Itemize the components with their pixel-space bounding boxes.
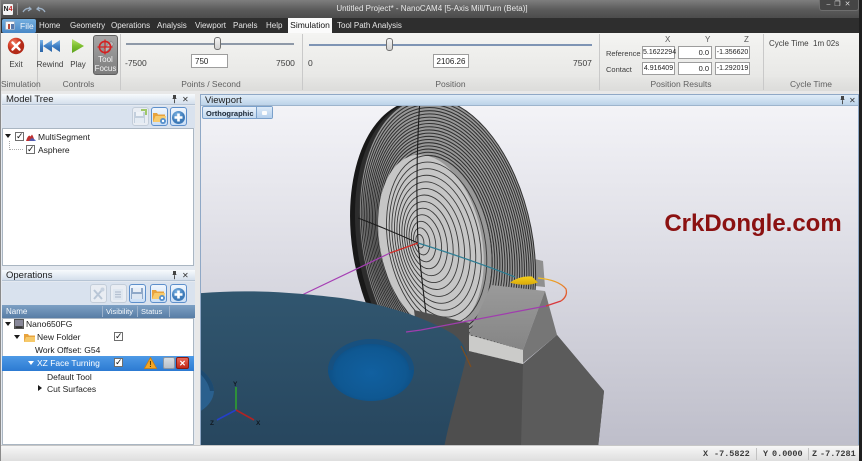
svg-text:Z: Z bbox=[210, 420, 214, 427]
svg-text:Y: Y bbox=[233, 381, 238, 388]
svg-text:CrkDongle.com: CrkDongle.com bbox=[664, 210, 841, 237]
svg-text:X: X bbox=[256, 420, 261, 427]
svg-text:!: ! bbox=[149, 360, 152, 369]
